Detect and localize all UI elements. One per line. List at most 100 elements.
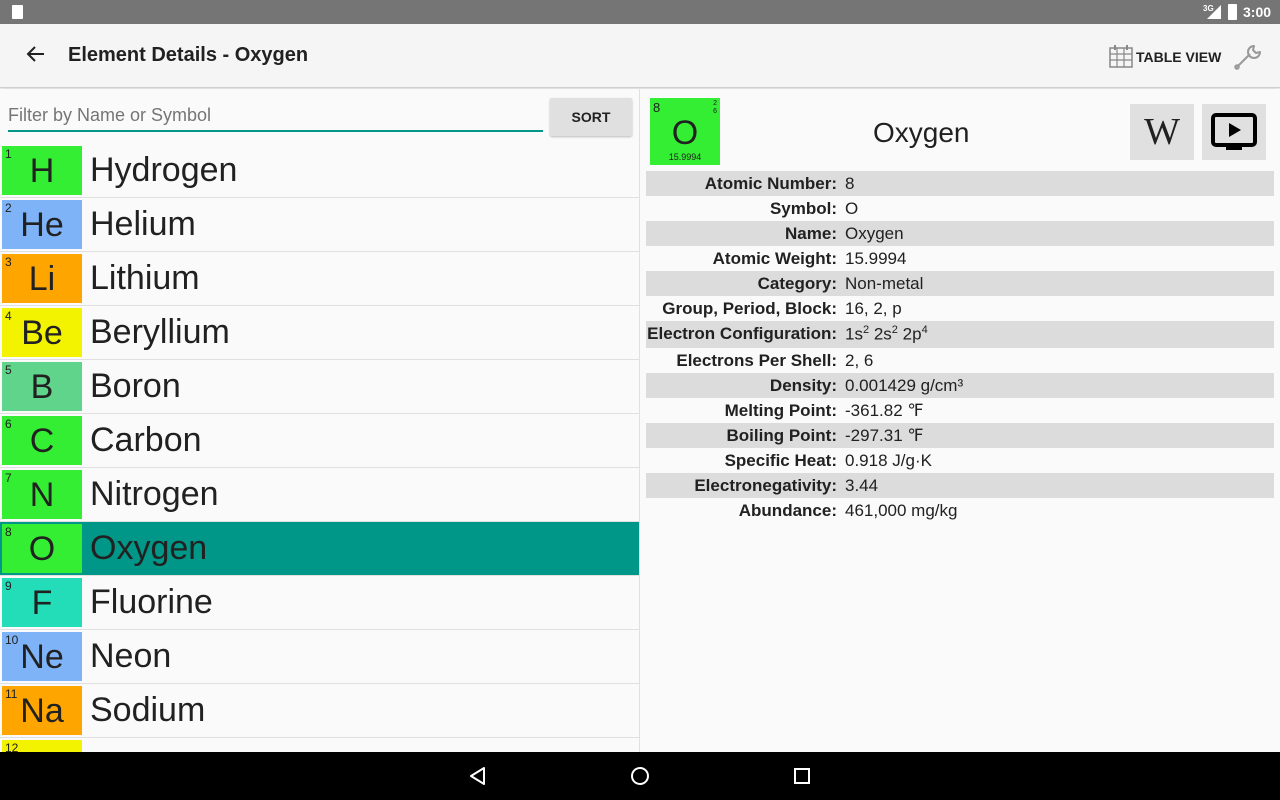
signal-icon [1207, 5, 1221, 19]
config-orbital: 2s [873, 324, 892, 344]
property-row: Group, Period, Block: 16, 2, p [646, 296, 1274, 321]
config-count: 2 [862, 324, 870, 336]
element-row-sodium[interactable]: 11 Na Sodium [0, 684, 639, 738]
config-orbital: 2p [902, 324, 922, 344]
element-name: Hydrogen [90, 151, 238, 189]
property-row: Density: 0.001429 g/cm³ [646, 373, 1274, 398]
wikipedia-icon[interactable]: W [1130, 104, 1194, 160]
property-label: Category: [757, 274, 837, 293]
triangle-back-icon[interactable] [466, 764, 490, 788]
property-value: 1s2 2s2 2p4 [845, 324, 928, 345]
property-row: Boiling Point: -297.31 ℉ [646, 423, 1274, 448]
property-value: 8 [845, 174, 855, 193]
element-row-oxygen[interactable]: 8 O Oxygen [0, 522, 639, 576]
property-label: Melting Point: [724, 401, 837, 420]
app-toolbar: Element Details - Oxygen TABLE VIEW [0, 24, 1280, 88]
element-symbol: H [29, 152, 55, 190]
element-symbol: He [20, 206, 64, 244]
element-symbol: Li [28, 260, 56, 298]
element-row-nitrogen[interactable]: 7 N Nitrogen [0, 468, 639, 522]
element-row-boron[interactable]: 5 B Boron [0, 360, 639, 414]
property-label: Specific Heat: [724, 451, 837, 470]
tile-weight: 15.9994 [668, 152, 702, 162]
property-label: Electron Configuration: [647, 324, 837, 343]
property-label: Atomic Number: [704, 174, 837, 193]
element-row-helium[interactable]: 2 He Helium [0, 198, 639, 252]
element-symbol: Na [20, 692, 64, 730]
element-symbol: B [30, 368, 54, 406]
property-row: Specific Heat: 0.918 J/g·K [646, 448, 1274, 473]
property-row: Atomic Number: 8 [646, 171, 1274, 196]
arrow-left-icon[interactable] [22, 44, 50, 68]
element-name: Oxygen [90, 529, 208, 567]
element-row-hydrogen[interactable]: 1 H Hydrogen [0, 144, 639, 198]
property-value: Oxygen [845, 224, 904, 243]
element-row-beryllium[interactable]: 4 Be Beryllium [0, 306, 639, 360]
property-label: Density: [769, 376, 837, 395]
element-row-neon[interactable]: 10 Ne Neon [0, 630, 639, 684]
tile-symbol: O [671, 114, 699, 152]
property-value: 2, 6 [845, 351, 874, 370]
property-label: Group, Period, Block: [662, 299, 837, 318]
property-row: Electrons Per Shell: 2, 6 [646, 348, 1274, 373]
property-value: O [845, 199, 859, 218]
element-tile: 5B [2, 362, 82, 411]
property-value: 15.9994 [845, 249, 907, 268]
property-value: Non-metal [845, 274, 924, 293]
element-name: Neon [90, 637, 172, 675]
element-tile: 8 2 6 O 15.9994 [650, 98, 720, 165]
status-bar: 3G 3:00 [0, 0, 1280, 24]
square-recents-icon[interactable] [790, 764, 814, 788]
property-value: 3.44 [845, 476, 879, 495]
circle-home-icon[interactable] [628, 764, 652, 788]
property-row: Symbol: O [646, 196, 1274, 221]
element-name: Helium [90, 205, 196, 243]
element-name: Lithium [90, 259, 200, 297]
property-label: Electrons Per Shell: [676, 351, 837, 370]
sort-button[interactable]: SORT [550, 98, 632, 136]
element-row-fluorine[interactable]: 9 F Fluorine [0, 576, 639, 630]
property-row: Electronegativity: 3.44 [646, 473, 1274, 498]
element-tile: 8O [2, 524, 82, 573]
system-nav-bar [0, 752, 1280, 800]
sd-card-icon [12, 5, 23, 19]
property-value: 0.918 J/g·K [845, 451, 932, 470]
status-time: 3:00 [1243, 4, 1272, 20]
property-value: 461,000 mg/kg [845, 501, 958, 520]
wrench-icon[interactable] [1232, 42, 1264, 72]
shell-1: 2 [713, 100, 717, 107]
element-row-carbon[interactable]: 6 C Carbon [0, 414, 639, 468]
element-symbol: F [31, 584, 53, 622]
grid-icon [1109, 45, 1133, 68]
property-value: 0.001429 g/cm³ [845, 376, 964, 395]
element-tile: 11 Na [2, 686, 82, 735]
property-row: Melting Point: -361.82 ℉ [646, 398, 1274, 423]
element-tile: 3 Li [2, 254, 82, 303]
element-symbol: Be [21, 314, 63, 352]
config-orbital: 1s [845, 324, 863, 344]
filter-input[interactable]: Filter by Name or Symbol [8, 102, 543, 132]
property-label: Atomic Weight: [712, 249, 837, 268]
element-list[interactable]: 1 H Hydrogen 2 He Helium 3 Li Lithium 4 Be Berylliu… [0, 144, 639, 792]
tile-atomic-number: 8 [653, 100, 661, 115]
property-value: -361.82 ℉ [845, 401, 924, 420]
property-row: Category: Non-metal [646, 271, 1274, 296]
element-name: Boron [90, 367, 181, 405]
config-count: 4 [921, 324, 928, 336]
property-label: Abundance: [738, 501, 837, 520]
element-symbol: Ne [20, 638, 64, 676]
property-row: Electron Configuration: 1s2 2s2 2p4 [646, 321, 1274, 348]
element-name: Sodium [90, 691, 206, 729]
element-tile: 1H [2, 146, 82, 195]
config-count: 2 [891, 324, 898, 336]
property-value: -297.31 ℉ [845, 426, 924, 445]
table-view-button[interactable]: TABLE VIEW [1108, 44, 1221, 70]
property-row: Atomic Weight: 15.9994 [646, 246, 1274, 271]
page-title: Element Details - Oxygen [68, 44, 309, 66]
property-label: Electronegativity: [694, 476, 837, 495]
element-symbol: O [28, 530, 56, 568]
element-row-lithium[interactable]: 3 Li Lithium [0, 252, 639, 306]
play-video-icon[interactable] [1202, 104, 1266, 160]
element-name: Fluorine [90, 583, 213, 621]
element-tile: 10 Ne [2, 632, 82, 681]
